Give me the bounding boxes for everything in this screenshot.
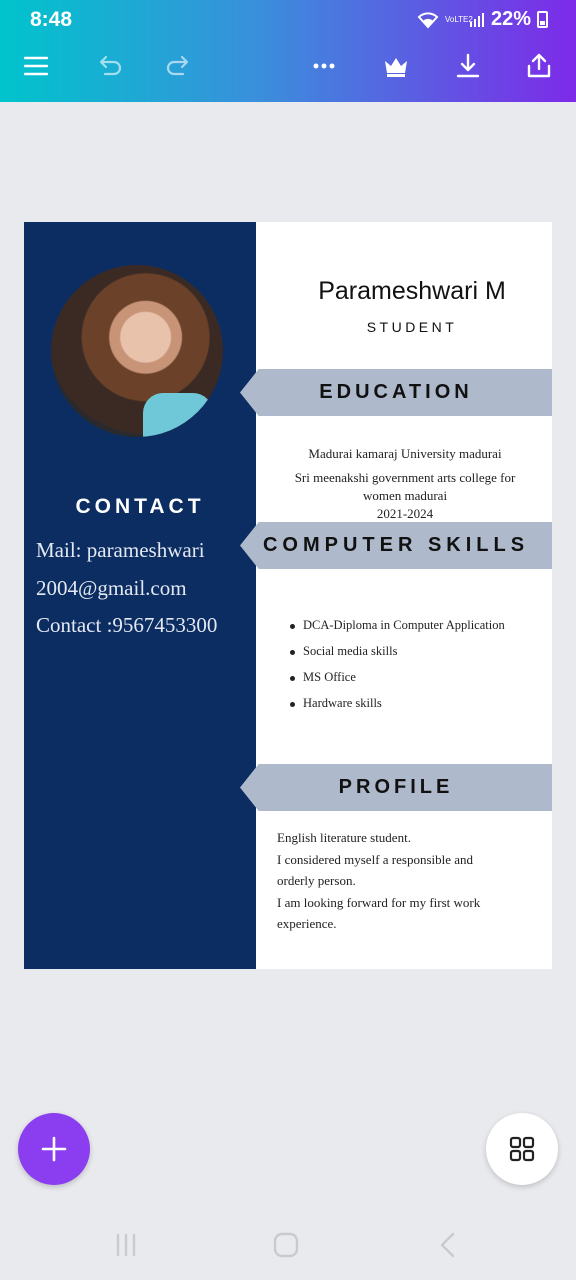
skill-item: DCA-Diploma in Computer Application [290,618,505,644]
skill-item: Hardware skills [290,696,505,722]
crown-icon[interactable] [378,48,414,84]
skill-item: MS Office [290,670,505,696]
contact-heading: CONTACT [75,495,205,518]
resume-name: Parameshwari M [318,277,506,305]
profile-line: English literature student. [277,830,411,845]
profile-line: I am looking forward for my first work [277,894,481,910]
education-line: 2021-2024 [376,506,434,521]
wifi-icon [417,11,439,28]
undo-icon[interactable] [91,48,127,84]
education-heading-text: EDUCATION [319,381,473,403]
profile-line: orderly person. [277,873,356,888]
skills-list: DCA-Diploma in Computer Application Soci… [290,618,505,722]
recents-icon [116,1233,136,1257]
resume-sidebar: CONTACT Mail: parameshwari 2004@gmail.co… [24,222,256,969]
network-label: VoLTE2 [444,15,473,24]
signal-icon [469,12,484,27]
resume-subtitle: STUDENT [366,319,458,335]
more-icon[interactable] [306,48,342,84]
pages-grid-button[interactable] [486,1113,558,1185]
add-button[interactable] [18,1113,90,1185]
skills-heading: COMPUTER SKILLS [240,522,552,569]
contact-line: 2004@gmail.com [36,576,187,600]
profile-photo[interactable] [51,265,223,437]
contact-line: Contact :9567453300 [36,613,218,637]
profile-text: English literature student. I considered… [277,827,539,935]
home-icon [273,1232,299,1258]
plus-icon [41,1136,67,1162]
status-icons: VoLTE2 22% [417,8,548,31]
menu-icon[interactable] [18,48,54,84]
status-time: 8:48 [30,8,73,31]
education-line: Sri meenakshi government arts college fo… [294,470,516,485]
redo-icon[interactable] [161,48,197,84]
back-icon [440,1232,455,1258]
education-line: women madurai [362,488,448,503]
skill-item: Social media skills [290,644,505,670]
profile-line: I considered myself a responsible and [277,851,474,867]
skills-heading-text: COMPUTER SKILLS [262,534,530,556]
profile-heading: PROFILE [240,764,552,811]
recent-apps-button[interactable] [110,1229,142,1261]
profile-line: experience. [277,916,337,931]
resume-page[interactable]: CONTACT Mail: parameshwari 2004@gmail.co… [24,222,552,969]
battery-icon [537,11,548,28]
grid-icon [509,1136,535,1162]
top-bar: 8:48 VoLTE2 22% [0,0,576,102]
contact-line: Mail: parameshwari [36,538,205,562]
home-button[interactable] [270,1229,302,1261]
education-line: Madurai kamaraj University madurai [308,446,502,461]
profile-heading-text: PROFILE [338,776,454,798]
battery-percent: 22% [490,8,531,30]
education-heading: EDUCATION [240,369,552,416]
back-button[interactable] [432,1229,464,1261]
download-icon[interactable] [450,48,486,84]
share-icon[interactable] [521,48,557,84]
